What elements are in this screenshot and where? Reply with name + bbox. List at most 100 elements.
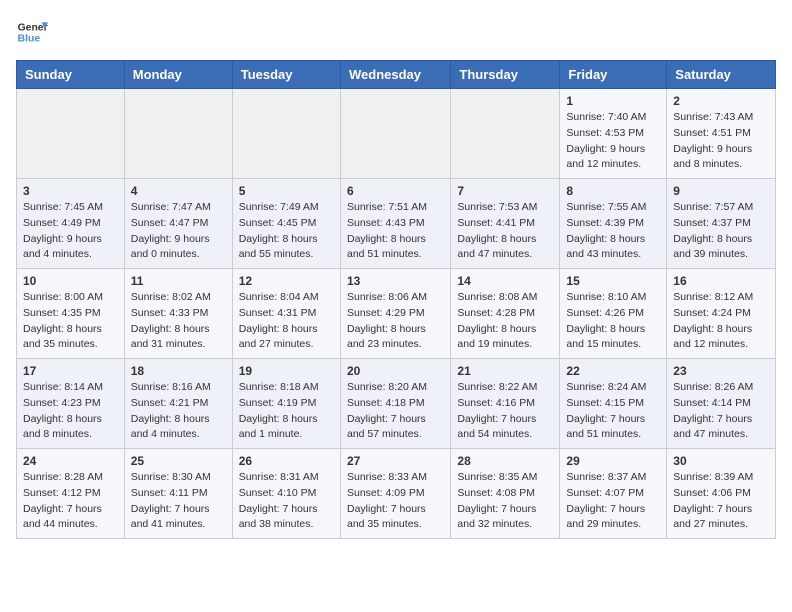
calendar-cell: 30 Sunrise: 8:39 AM Sunset: 4:06 PM Dayli… [667, 449, 776, 539]
day-info: Sunrise: 7:43 AM Sunset: 4:51 PM Dayligh… [673, 110, 769, 173]
calendar-cell: 10 Sunrise: 8:00 AM Sunset: 4:35 PM Dayli… [17, 269, 125, 359]
calendar-cell: 23 Sunrise: 8:26 AM Sunset: 4:14 PM Dayli… [667, 359, 776, 449]
day-info: Sunrise: 8:31 AM Sunset: 4:10 PM Dayligh… [239, 470, 334, 533]
calendar-cell: 13 Sunrise: 8:06 AM Sunset: 4:29 PM Dayli… [340, 269, 450, 359]
svg-text:Blue: Blue [18, 34, 41, 45]
calendar-cell [17, 89, 125, 179]
day-info: Sunrise: 8:20 AM Sunset: 4:18 PM Dayligh… [347, 380, 444, 443]
calendar-week-3: 10 Sunrise: 8:00 AM Sunset: 4:35 PM Dayli… [17, 269, 776, 359]
day-info: Sunrise: 7:47 AM Sunset: 4:47 PM Dayligh… [131, 200, 226, 263]
weekday-header-tuesday: Tuesday [232, 61, 340, 89]
calendar-cell: 25 Sunrise: 8:30 AM Sunset: 4:11 PM Dayli… [124, 449, 232, 539]
calendar-cell: 19 Sunrise: 8:18 AM Sunset: 4:19 PM Dayli… [232, 359, 340, 449]
day-info: Sunrise: 8:24 AM Sunset: 4:15 PM Dayligh… [566, 380, 660, 443]
day-number: 19 [239, 364, 334, 378]
day-info: Sunrise: 8:16 AM Sunset: 4:21 PM Dayligh… [131, 380, 226, 443]
day-info: Sunrise: 8:18 AM Sunset: 4:19 PM Dayligh… [239, 380, 334, 443]
day-number: 5 [239, 184, 334, 198]
day-info: Sunrise: 8:39 AM Sunset: 4:06 PM Dayligh… [673, 470, 769, 533]
day-info: Sunrise: 8:22 AM Sunset: 4:16 PM Dayligh… [457, 380, 553, 443]
calendar-cell: 24 Sunrise: 8:28 AM Sunset: 4:12 PM Dayli… [17, 449, 125, 539]
calendar-week-1: 1Sunrise: 7:40 AM Sunset: 4:53 PM Daylig… [17, 89, 776, 179]
day-number: 27 [347, 454, 444, 468]
day-info: Sunrise: 8:08 AM Sunset: 4:28 PM Dayligh… [457, 290, 553, 353]
calendar-cell [451, 89, 560, 179]
day-info: Sunrise: 8:28 AM Sunset: 4:12 PM Dayligh… [23, 470, 118, 533]
calendar-week-5: 24 Sunrise: 8:28 AM Sunset: 4:12 PM Dayli… [17, 449, 776, 539]
calendar-cell: 9 Sunrise: 7:57 AM Sunset: 4:37 PM Daylig… [667, 179, 776, 269]
day-info: Sunrise: 8:33 AM Sunset: 4:09 PM Dayligh… [347, 470, 444, 533]
day-info: Sunrise: 8:12 AM Sunset: 4:24 PM Dayligh… [673, 290, 769, 353]
calendar-cell: 6Sunrise: 7:51 AM Sunset: 4:43 PM Daylig… [340, 179, 450, 269]
logo: General Blue [16, 16, 48, 48]
day-info: Sunrise: 8:06 AM Sunset: 4:29 PM Dayligh… [347, 290, 444, 353]
calendar-table: SundayMondayTuesdayWednesdayThursdayFrid… [16, 60, 776, 539]
day-number: 23 [673, 364, 769, 378]
weekday-header-saturday: Saturday [667, 61, 776, 89]
day-number: 13 [347, 274, 444, 288]
day-number: 9 [673, 184, 769, 198]
day-number: 4 [131, 184, 226, 198]
day-number: 24 [23, 454, 118, 468]
calendar-cell: 15 Sunrise: 8:10 AM Sunset: 4:26 PM Dayli… [560, 269, 667, 359]
day-number: 11 [131, 274, 226, 288]
day-info: Sunrise: 8:37 AM Sunset: 4:07 PM Dayligh… [566, 470, 660, 533]
day-number: 30 [673, 454, 769, 468]
day-number: 12 [239, 274, 334, 288]
weekday-header-monday: Monday [124, 61, 232, 89]
calendar-cell: 18Sunrise: 8:16 AM Sunset: 4:21 PM Dayli… [124, 359, 232, 449]
day-number: 7 [457, 184, 553, 198]
day-info: Sunrise: 8:30 AM Sunset: 4:11 PM Dayligh… [131, 470, 226, 533]
logo-icon: General Blue [16, 16, 48, 48]
day-info: Sunrise: 8:02 AM Sunset: 4:33 PM Dayligh… [131, 290, 226, 353]
calendar-cell: 22 Sunrise: 8:24 AM Sunset: 4:15 PM Dayli… [560, 359, 667, 449]
calendar-cell [340, 89, 450, 179]
calendar-cell: 8Sunrise: 7:55 AM Sunset: 4:39 PM Daylig… [560, 179, 667, 269]
day-info: Sunrise: 7:45 AM Sunset: 4:49 PM Dayligh… [23, 200, 118, 263]
day-number: 20 [347, 364, 444, 378]
day-number: 26 [239, 454, 334, 468]
calendar-cell: 21 Sunrise: 8:22 AM Sunset: 4:16 PM Dayli… [451, 359, 560, 449]
day-info: Sunrise: 8:26 AM Sunset: 4:14 PM Dayligh… [673, 380, 769, 443]
day-number: 16 [673, 274, 769, 288]
calendar-cell: 5Sunrise: 7:49 AM Sunset: 4:45 PM Daylig… [232, 179, 340, 269]
calendar-cell: 4 Sunrise: 7:47 AM Sunset: 4:47 PM Daylig… [124, 179, 232, 269]
day-number: 14 [457, 274, 553, 288]
weekday-header-sunday: Sunday [17, 61, 125, 89]
calendar-cell: 29 Sunrise: 8:37 AM Sunset: 4:07 PM Dayli… [560, 449, 667, 539]
day-number: 15 [566, 274, 660, 288]
calendar-week-4: 17 Sunrise: 8:14 AM Sunset: 4:23 PM Dayli… [17, 359, 776, 449]
day-number: 2 [673, 94, 769, 108]
day-number: 17 [23, 364, 118, 378]
day-info: Sunrise: 8:10 AM Sunset: 4:26 PM Dayligh… [566, 290, 660, 353]
calendar-cell: 26 Sunrise: 8:31 AM Sunset: 4:10 PM Dayli… [232, 449, 340, 539]
calendar-cell: 3Sunrise: 7:45 AM Sunset: 4:49 PM Daylig… [17, 179, 125, 269]
day-info: Sunrise: 7:57 AM Sunset: 4:37 PM Dayligh… [673, 200, 769, 263]
day-info: Sunrise: 8:04 AM Sunset: 4:31 PM Dayligh… [239, 290, 334, 353]
weekday-header-row: SundayMondayTuesdayWednesdayThursdayFrid… [17, 61, 776, 89]
calendar-cell: 2 Sunrise: 7:43 AM Sunset: 4:51 PM Daylig… [667, 89, 776, 179]
day-number: 22 [566, 364, 660, 378]
calendar-cell: 17 Sunrise: 8:14 AM Sunset: 4:23 PM Dayli… [17, 359, 125, 449]
day-number: 1 [566, 94, 660, 108]
calendar-cell: 20 Sunrise: 8:20 AM Sunset: 4:18 PM Dayli… [340, 359, 450, 449]
day-number: 29 [566, 454, 660, 468]
day-number: 25 [131, 454, 226, 468]
calendar-cell: 16 Sunrise: 8:12 AM Sunset: 4:24 PM Dayli… [667, 269, 776, 359]
calendar-cell [232, 89, 340, 179]
calendar-cell: 1Sunrise: 7:40 AM Sunset: 4:53 PM Daylig… [560, 89, 667, 179]
calendar-cell [124, 89, 232, 179]
calendar-cell: 27 Sunrise: 8:33 AM Sunset: 4:09 PM Dayli… [340, 449, 450, 539]
day-number: 21 [457, 364, 553, 378]
calendar-cell: 7Sunrise: 7:53 AM Sunset: 4:41 PM Daylig… [451, 179, 560, 269]
day-number: 10 [23, 274, 118, 288]
day-info: Sunrise: 7:51 AM Sunset: 4:43 PM Dayligh… [347, 200, 444, 263]
calendar-cell: 28Sunrise: 8:35 AM Sunset: 4:08 PM Dayli… [451, 449, 560, 539]
day-info: Sunrise: 8:00 AM Sunset: 4:35 PM Dayligh… [23, 290, 118, 353]
weekday-header-friday: Friday [560, 61, 667, 89]
calendar-week-2: 3Sunrise: 7:45 AM Sunset: 4:49 PM Daylig… [17, 179, 776, 269]
day-number: 8 [566, 184, 660, 198]
calendar-cell: 12 Sunrise: 8:04 AM Sunset: 4:31 PM Dayli… [232, 269, 340, 359]
day-info: Sunrise: 8:14 AM Sunset: 4:23 PM Dayligh… [23, 380, 118, 443]
day-number: 28 [457, 454, 553, 468]
